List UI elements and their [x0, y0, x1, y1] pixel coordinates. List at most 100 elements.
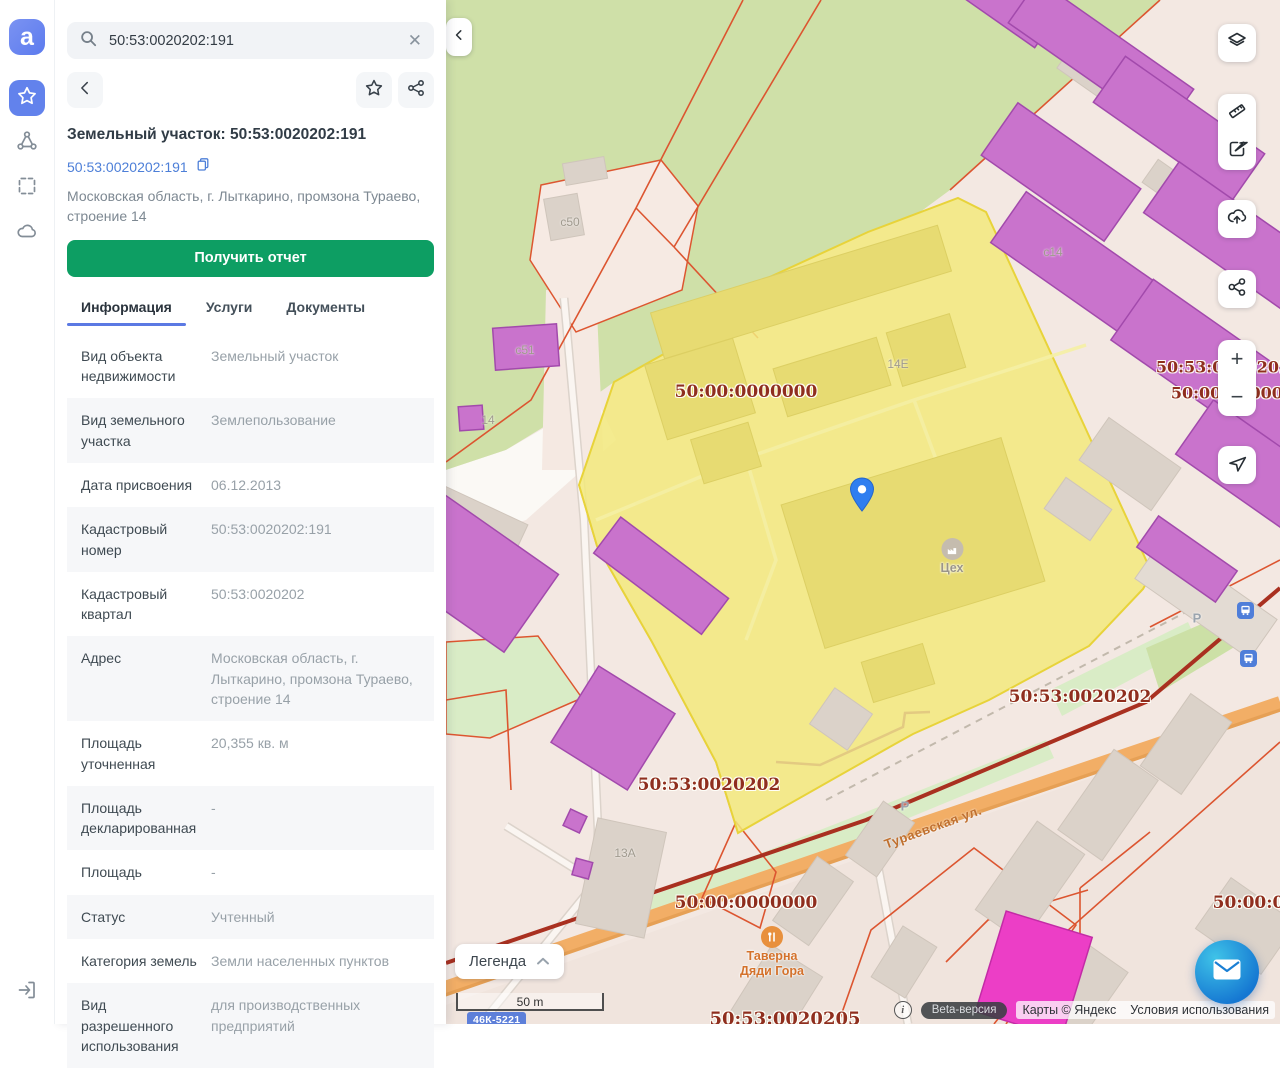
- table-row: Площадь декларированная-: [67, 786, 434, 851]
- tab-services[interactable]: Услуги: [192, 290, 267, 326]
- table-row: Вид объекта недвижимости Земельный участо…: [67, 334, 434, 399]
- bus-stop-icon: [1240, 650, 1257, 667]
- row-value: Земли населенных пунктов: [211, 951, 389, 971]
- object-panel: ✕ Земельный участок: 50:53:0020202:191 5…: [55, 0, 446, 1024]
- legend-label: Легенда: [469, 953, 526, 970]
- row-value: 50:53:0020202: [211, 584, 304, 625]
- building-label: с50: [560, 215, 579, 229]
- cadastral-quarter-label: 50:00:0000000: [675, 893, 818, 913]
- info-icon[interactable]: i: [894, 1001, 912, 1019]
- cadastral-quarter-label: 50:53:0020205: [709, 1009, 860, 1025]
- cadastral-quarter-label: 50:53:0020202: [1009, 687, 1152, 707]
- row-label: Вид разрешенного использования: [81, 995, 199, 1056]
- object-address: Московская область, г. Лыткарино, промзо…: [67, 186, 434, 227]
- row-value: -: [211, 798, 216, 839]
- sidebar-item-favorites[interactable]: [9, 80, 45, 116]
- row-value: Московская область, г. Лыткарино, промзо…: [211, 648, 420, 709]
- sidebar-item-graph[interactable]: [9, 125, 45, 161]
- terms-of-use-link[interactable]: Условия использования: [1130, 1003, 1269, 1017]
- table-row: Площадь-: [67, 850, 434, 894]
- poi-label-line1: Таверна: [747, 949, 798, 963]
- share-map-button[interactable]: [1218, 270, 1256, 308]
- row-label: Дата присвоения: [81, 475, 199, 495]
- row-label: Площадь уточненная: [81, 733, 199, 774]
- chevron-left-icon: [452, 28, 466, 47]
- search-input[interactable]: [107, 32, 398, 50]
- star-icon: [16, 85, 38, 112]
- tab-documents[interactable]: Документы: [272, 290, 379, 326]
- get-report-button[interactable]: Получить отчет: [67, 240, 434, 277]
- cadastral-quarter-label: 50:53:0020202: [638, 775, 781, 795]
- building-label: с51: [515, 343, 534, 357]
- building-label: с14: [1043, 245, 1062, 259]
- building-label: 14Е: [887, 357, 908, 371]
- table-row: Площадь уточненная20,355 кв. м: [67, 721, 434, 786]
- panel-header: [67, 72, 434, 108]
- dashed-square-icon: [15, 174, 39, 203]
- row-value: для производственных предприятий: [211, 995, 420, 1056]
- favorite-button[interactable]: [356, 72, 392, 108]
- map-attribution: i Beta-версия Карты © Яндекс Условия исп…: [894, 1001, 1275, 1019]
- cadastral-quarter-label: 50:00:0000000: [675, 382, 818, 402]
- navigation-arrow-icon: [1226, 452, 1248, 479]
- bus-stop-icon: [1237, 602, 1254, 619]
- page-title: Земельный участок: 50:53:0020202:191: [67, 125, 434, 145]
- app-window: a ✕: [0, 0, 1280, 1024]
- envelope-icon: [1213, 959, 1241, 985]
- share-icon: [406, 78, 426, 103]
- building-label: 14: [481, 413, 494, 427]
- map-pin[interactable]: [849, 477, 875, 518]
- parking-label: Р: [1193, 611, 1202, 626]
- copy-icon[interactable]: [195, 156, 211, 177]
- chat-button[interactable]: [1195, 940, 1259, 1004]
- cadastral-quarter-label: 50:00:0000000: [1213, 893, 1280, 913]
- sidebar-item-cloud[interactable]: [9, 215, 45, 251]
- table-row: СтатусУчтенный: [67, 895, 434, 939]
- row-value: 50:53:0020202:191: [211, 519, 332, 560]
- collapse-panel-button[interactable]: [446, 18, 472, 56]
- scale-label: 50 m: [517, 995, 544, 1009]
- chevron-up-icon: [536, 953, 550, 971]
- share-button[interactable]: [398, 72, 434, 108]
- table-row: Дата присвоения06.12.2013: [67, 463, 434, 507]
- row-label: Вид земельного участка: [81, 410, 199, 451]
- cadastral-number-link[interactable]: 50:53:0020202:191: [67, 159, 188, 175]
- app-logo[interactable]: a: [9, 19, 45, 55]
- star-icon: [364, 78, 384, 103]
- cadastral-link-row: 50:53:0020202:191: [67, 156, 434, 177]
- logout-button[interactable]: [9, 974, 45, 1010]
- table-row: Вид разрешенного использованиядля произв…: [67, 983, 434, 1068]
- scale-bar: 50 m: [456, 993, 604, 1011]
- back-button[interactable]: [67, 72, 103, 108]
- map-canvas[interactable]: 50:00:0000000 50:53:0020202 50:00:000000…: [446, 0, 1280, 1024]
- table-row: Вид земельного участка Землепользование: [67, 398, 434, 463]
- row-label: Вид объекта недвижимости: [81, 346, 199, 387]
- row-value: Землепользование: [211, 410, 336, 451]
- measure-button[interactable]: [1218, 94, 1256, 132]
- poi-tavern[interactable]: ТавернаДяди Гора: [740, 926, 804, 979]
- row-label: Площадь декларированная: [81, 798, 199, 839]
- layers-button[interactable]: [1218, 24, 1256, 62]
- row-label: Адрес: [81, 648, 199, 709]
- draw-button[interactable]: [1218, 132, 1256, 170]
- clear-search-icon[interactable]: ✕: [408, 32, 422, 49]
- road-number-badge: 46К-5221: [467, 1012, 526, 1024]
- tab-bar: Информация Услуги Документы: [67, 290, 434, 326]
- row-label: Кадастровый номер: [81, 519, 199, 560]
- tab-information[interactable]: Информация: [67, 290, 186, 326]
- row-label: Площадь: [81, 862, 199, 882]
- parking-label: Р: [901, 799, 910, 814]
- row-value: -: [211, 862, 216, 882]
- attributes-table: Вид объекта недвижимости Земельный участо…: [67, 334, 434, 1068]
- row-label: Статус: [81, 907, 199, 927]
- locate-me-button[interactable]: [1218, 446, 1256, 484]
- sidebar-item-select-area[interactable]: [9, 170, 45, 206]
- legend-button[interactable]: Легенда: [455, 944, 564, 979]
- chevron-left-icon: [76, 79, 94, 102]
- zoom-out-button[interactable]: −: [1218, 378, 1256, 416]
- factory-icon: [941, 538, 963, 560]
- row-value: Земельный участок: [211, 346, 338, 387]
- table-row: Кадастровый номер 50:53:0020202:191: [67, 507, 434, 572]
- zoom-in-button[interactable]: +: [1218, 340, 1256, 378]
- upload-button[interactable]: [1218, 200, 1256, 238]
